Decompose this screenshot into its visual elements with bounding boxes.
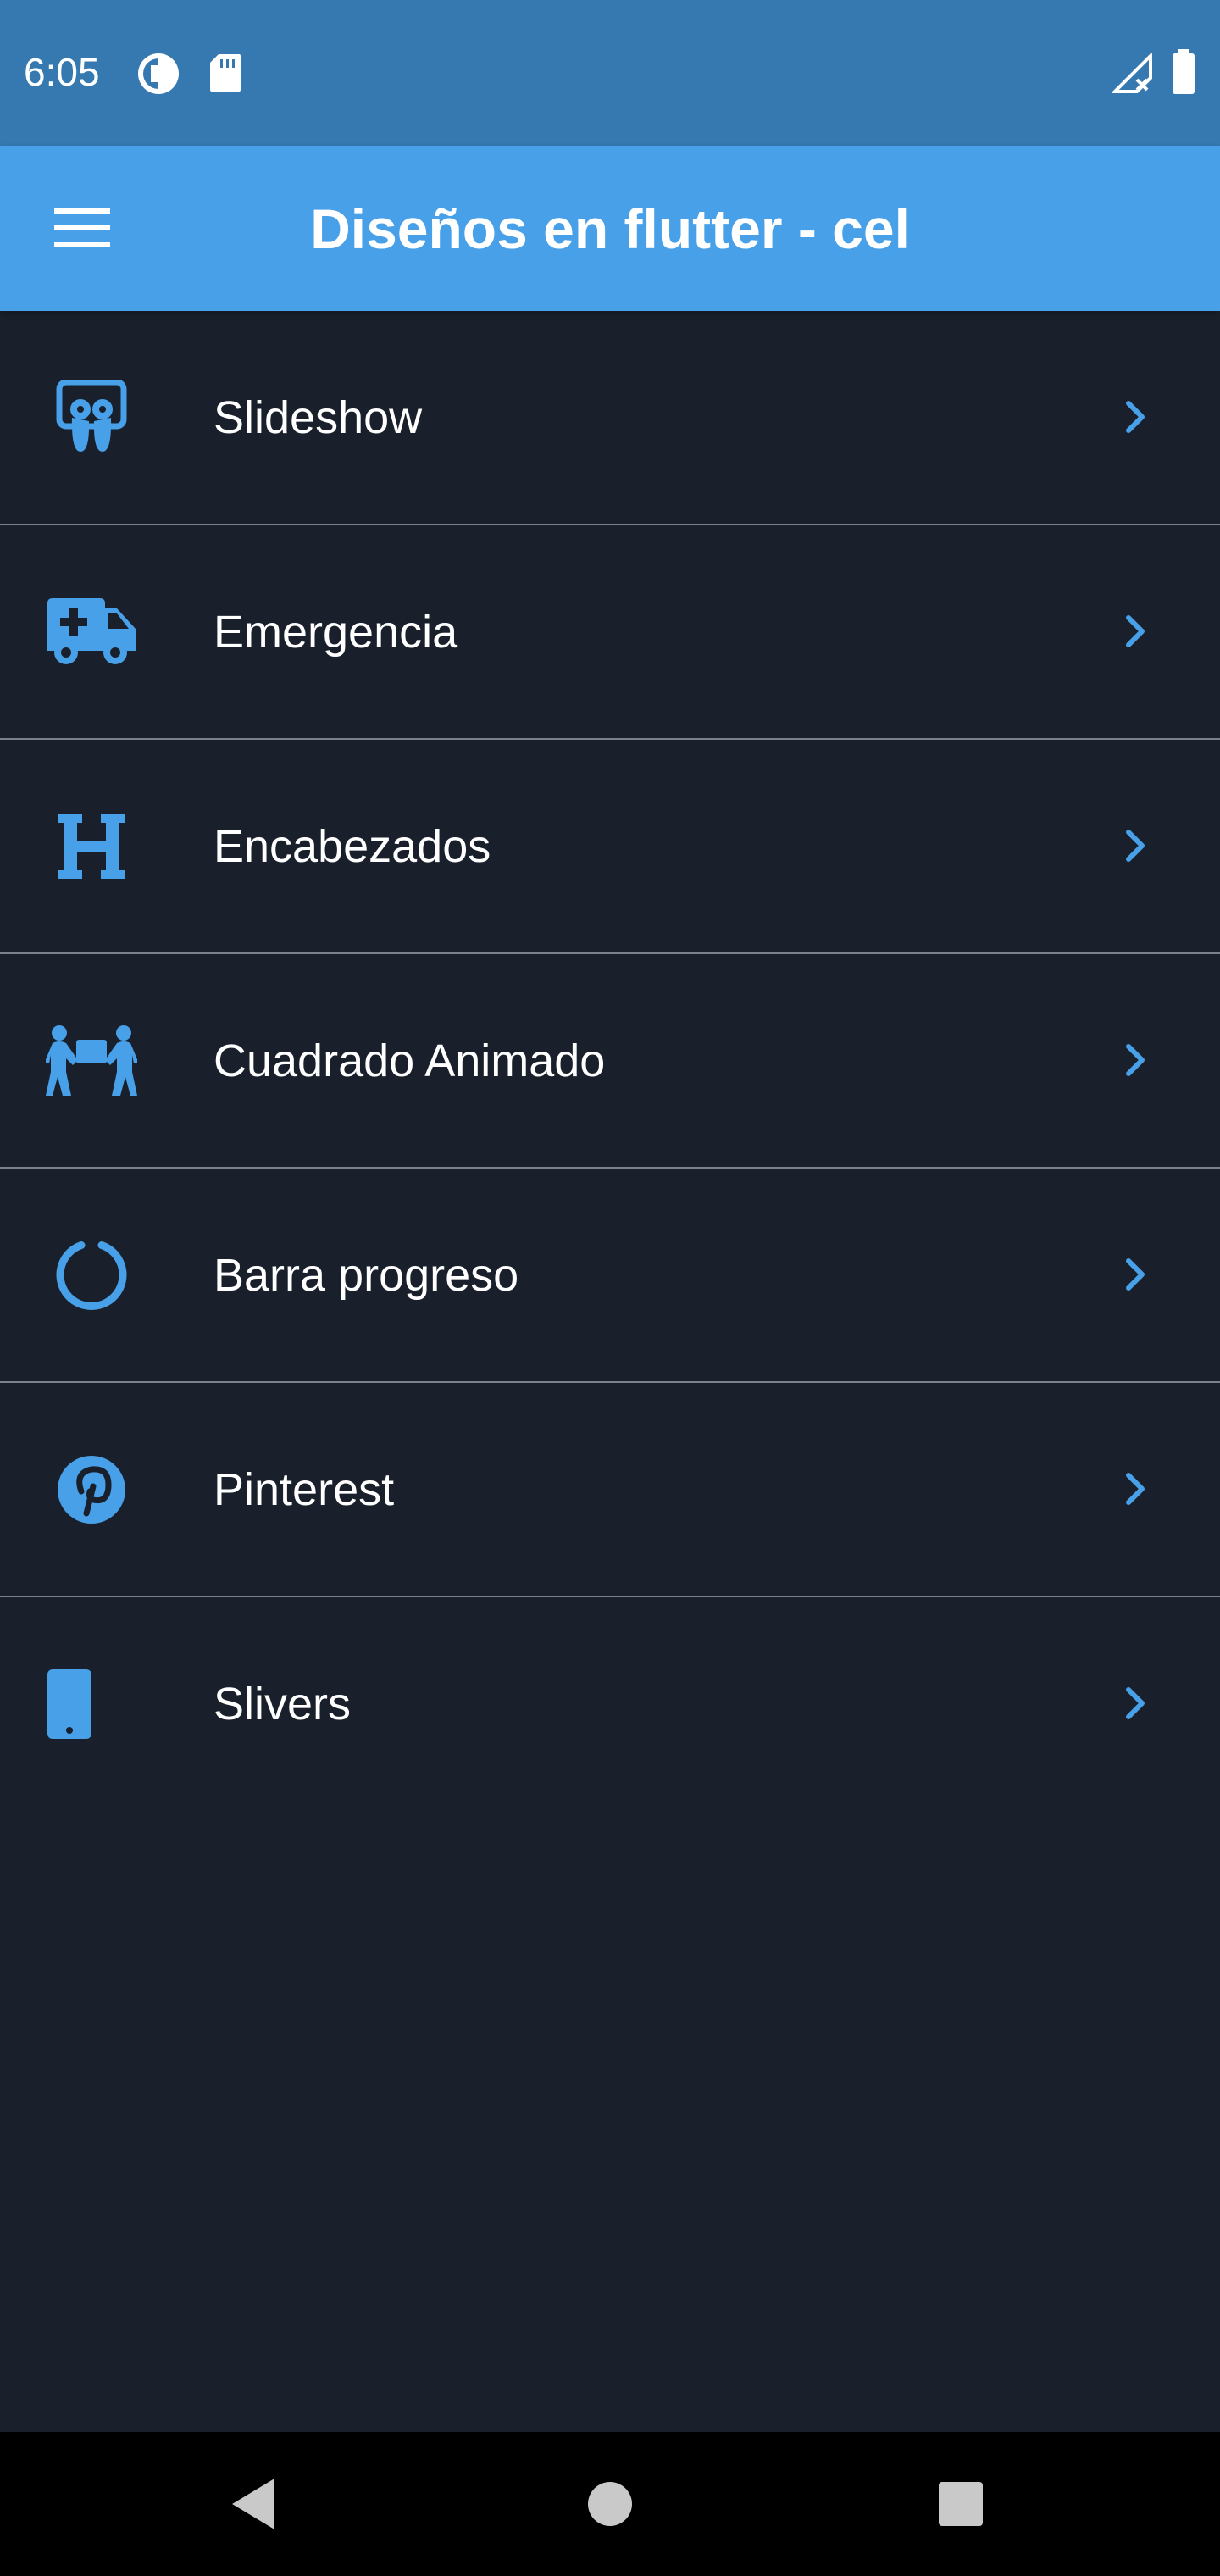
chevron-right-icon xyxy=(1126,1258,1145,1291)
list-item-label: Barra progreso xyxy=(214,1249,519,1301)
list-item-barra-progreso[interactable]: Barra progreso xyxy=(0,1169,1220,1383)
chevron-right-icon xyxy=(1126,615,1145,647)
list-item-slivers[interactable]: Slivers xyxy=(0,1597,1220,1810)
menu-icon xyxy=(54,208,110,247)
people-carry-icon xyxy=(42,1012,141,1110)
list-item-slideshow[interactable]: Slideshow xyxy=(0,311,1220,525)
list-item-label: Slideshow xyxy=(214,391,423,443)
pinterest-icon xyxy=(42,1441,141,1539)
status-bar: 6:05 xyxy=(0,0,1220,146)
list-item-encabezados[interactable]: Encabezados xyxy=(0,740,1220,954)
system-nav-bar xyxy=(0,2432,1220,2576)
chevron-right-icon xyxy=(1126,401,1145,433)
app-title: Diseños en flutter - cel xyxy=(310,197,910,260)
slideshare-icon xyxy=(42,369,141,467)
ambulance-icon xyxy=(42,583,141,681)
chevron-right-icon xyxy=(1126,1473,1145,1505)
status-time: 6:05 xyxy=(24,50,100,94)
list-item-cuadrado-animado[interactable]: Cuadrado Animado xyxy=(0,954,1220,1169)
list-item-label: Pinterest xyxy=(214,1463,395,1515)
back-icon[interactable] xyxy=(220,2470,288,2538)
battery-icon xyxy=(1171,49,1196,99)
heading-icon xyxy=(42,797,141,896)
recents-icon[interactable] xyxy=(927,2470,995,2538)
chevron-right-icon xyxy=(1126,1044,1145,1076)
data-saver-icon xyxy=(136,51,181,101)
signal-no-service-icon xyxy=(1111,52,1154,99)
home-icon[interactable] xyxy=(576,2470,644,2538)
list-item-label: Encabezados xyxy=(214,820,491,872)
list-item-label: Cuadrado Animado xyxy=(214,1035,606,1086)
list-item-emergencia[interactable]: Emergencia xyxy=(0,525,1220,740)
list-item-pinterest[interactable]: Pinterest xyxy=(0,1383,1220,1597)
app-bar: Diseños en flutter - cel xyxy=(0,146,1220,311)
chevron-right-icon xyxy=(1126,830,1145,862)
sd-card-icon xyxy=(208,53,242,97)
chevron-right-icon xyxy=(1126,1687,1145,1719)
list-item-label: Emergencia xyxy=(214,606,458,658)
menu-list: Slideshow Emergencia Encabezados Cuadrad… xyxy=(0,311,1220,1810)
menu-button[interactable] xyxy=(44,190,120,266)
circle-notch-icon xyxy=(42,1226,141,1324)
mobile-icon xyxy=(42,1655,144,1753)
list-item-label: Slivers xyxy=(214,1678,352,1729)
